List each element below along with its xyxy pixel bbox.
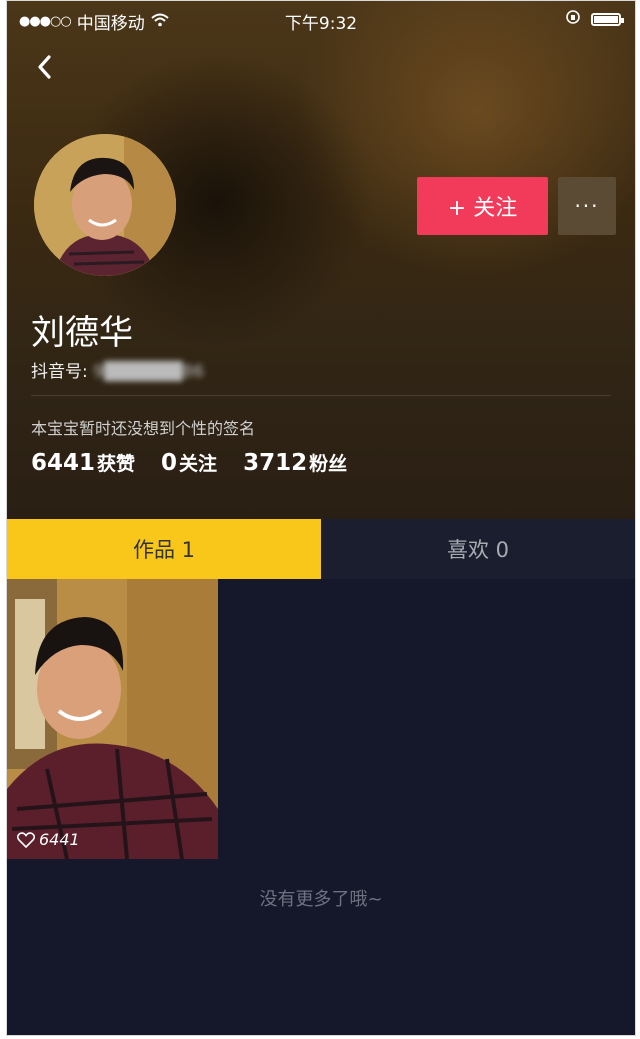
stat-following-value: 0	[161, 450, 178, 476]
heart-icon	[17, 831, 35, 848]
avatar[interactable]	[34, 134, 176, 276]
no-more-text: 没有更多了哦~	[259, 889, 383, 910]
douyin-id: 抖音号: 9██████86	[31, 357, 204, 382]
profile-screen: ●●●○○ 中国移动 下午9:32 + 关注 ··· 刘德华 抖音号: 9███…	[6, 0, 636, 1036]
stat-following[interactable]: 0 关注	[161, 449, 217, 476]
stat-fans-label: 粉丝	[309, 453, 348, 475]
more-options-button[interactable]: ···	[558, 177, 616, 235]
status-right	[565, 9, 624, 30]
status-bar: ●●●○○ 中国移动 下午9:32	[7, 1, 635, 37]
follow-button[interactable]: + 关注	[417, 177, 548, 235]
profile-signature: 本宝宝暂时还没想到个性的签名	[31, 419, 256, 438]
tab-likes[interactable]: 喜欢 0	[321, 519, 635, 579]
profile-stats: 6441 获赞 0 关注 3712 粉丝	[31, 449, 347, 476]
battery-icon	[591, 13, 624, 26]
stat-fans-value: 3712	[243, 450, 308, 476]
tab-works[interactable]: 作品 1	[7, 519, 321, 579]
profile-name: 刘德华	[31, 313, 133, 353]
status-time: 下午9:32	[284, 14, 358, 34]
stat-likes-label: 获赞	[97, 453, 136, 475]
back-button[interactable]	[29, 49, 65, 85]
video-likes: 6441	[17, 830, 80, 849]
stat-likes-value: 6441	[31, 450, 96, 476]
rotation-lock-icon	[565, 9, 581, 30]
video-likes-count: 6441	[39, 830, 80, 849]
chevron-left-icon	[38, 55, 51, 79]
douyin-id-value: 9██████86	[93, 362, 205, 382]
stat-fans[interactable]: 3712 粉丝	[243, 449, 347, 476]
video-thumbnail[interactable]: 6441	[7, 579, 218, 859]
profile-tabs: 作品 1 喜欢 0	[7, 519, 635, 579]
douyin-id-label: 抖音号:	[31, 362, 88, 382]
divider	[31, 395, 611, 396]
stat-likes[interactable]: 6441 获赞	[31, 449, 135, 476]
stat-following-label: 关注	[179, 453, 218, 475]
